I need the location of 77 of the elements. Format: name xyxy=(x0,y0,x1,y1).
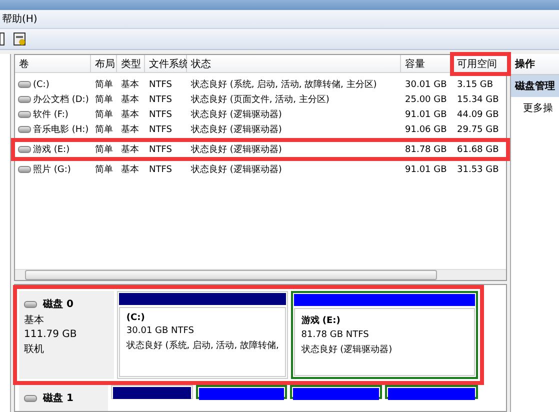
column-header[interactable]: 类型 xyxy=(117,55,145,73)
horizontal-scrollbar[interactable] xyxy=(15,269,506,280)
partition[interactable] xyxy=(385,385,478,399)
partition-size: 30.01 GB NTFS xyxy=(126,326,196,336)
menu-item[interactable]: 帮助(H) xyxy=(0,12,40,26)
partition[interactable]: 游戏 (E:) 81.78 GB NTFS 状态良好 (逻辑驱动器) xyxy=(291,291,478,379)
disk-type: 基本 xyxy=(24,314,45,327)
table-cell-text: 91.01 GB xyxy=(404,164,448,174)
table-cell-text: 状态良好 (逻辑驱动器) xyxy=(190,124,283,136)
partition-status: 状态良好 (逻辑驱动器) xyxy=(301,344,394,356)
scrollbar-thumb[interactable] xyxy=(25,270,437,280)
partition[interactable]: (C:) 30.01 GB NTFS 状态良好 (系统, 启动, 活动, 故障转储, xyxy=(117,291,288,379)
table-cell: (C:) xyxy=(33,80,50,90)
drive-icon xyxy=(18,81,31,88)
table-cell-text: NTFS xyxy=(148,94,173,104)
table-cell-text: 状态良好 (页面文件, 活动, 主分区) xyxy=(190,94,330,106)
table-cell-text: 30.01 GB xyxy=(404,80,448,90)
table-cell-text: 状态良好 (逻辑驱动器) xyxy=(190,144,283,156)
partition[interactable] xyxy=(290,385,382,399)
table-cell-text: 简单 xyxy=(94,144,114,156)
document-icon[interactable] xyxy=(0,32,5,46)
table-cell-text: 基本 xyxy=(120,124,140,136)
table-cell-text: 办公文档 (D:) xyxy=(33,94,89,106)
table-cell-text: 基本 xyxy=(120,164,140,176)
action-item[interactable]: 更多操 xyxy=(511,97,559,119)
table-cell-text: 游戏 (E:) xyxy=(33,144,70,156)
column-header[interactable]: 卷 xyxy=(15,55,91,73)
table-cell-text: 简单 xyxy=(94,78,114,91)
table-cell-text: 基本 xyxy=(120,94,140,106)
table-cell-text: 照片 (G:) xyxy=(33,164,71,176)
table-cell-text: 61.68 GB xyxy=(456,144,500,154)
disk-name: 磁盘 0 xyxy=(43,298,74,311)
table-cell-text: NTFS xyxy=(148,110,173,120)
properties-icon[interactable] xyxy=(13,32,27,46)
table-cell-text: 44.09 GB xyxy=(456,110,500,120)
table-cell-text: NTFS xyxy=(148,144,173,154)
partition-title: 游戏 (E:) xyxy=(301,314,342,327)
table-cell-text: NTFS xyxy=(148,164,173,174)
table-cell-text: 软件 (F:) xyxy=(33,108,68,121)
column-header[interactable]: 布局 xyxy=(91,55,117,73)
table-cell-text: 91.01 GB xyxy=(404,110,448,120)
table-cell-text: 音乐电影 (H:) xyxy=(33,124,89,136)
column-header[interactable]: 可用空间 xyxy=(453,55,508,73)
partition-size: 81.78 GB NTFS xyxy=(301,330,370,340)
table-cell-text: 状态良好 (逻辑驱动器) xyxy=(190,108,283,121)
column-header[interactable]: 状态 xyxy=(187,55,401,73)
drive-icon xyxy=(18,111,31,118)
table-cell-text: 25.00 GB xyxy=(404,94,448,104)
table-cell-text: 基本 xyxy=(120,108,140,121)
table-cell-text: 31.53 GB xyxy=(456,164,500,174)
drive-icon xyxy=(18,96,31,103)
column-header[interactable]: 容量 xyxy=(401,55,453,73)
table-cell-text: NTFS xyxy=(148,124,173,134)
drive-icon xyxy=(18,166,31,173)
disk-size: 111.79 GB xyxy=(24,329,78,340)
table-cell-text: 29.75 GB xyxy=(456,124,500,134)
table-cell-text: 简单 xyxy=(94,124,114,136)
table-cell-text: 15.34 GB xyxy=(456,94,500,104)
disk-name: 磁盘 1 xyxy=(43,392,74,405)
table-cell-text: 简单 xyxy=(94,94,114,106)
table-cell-text: 基本 xyxy=(120,144,140,156)
table-cell-text: 3.15 GB xyxy=(456,80,494,90)
table-cell-text: 简单 xyxy=(94,164,114,176)
disk-status: 联机 xyxy=(24,342,45,356)
table-cell-text: 状态良好 (逻辑驱动器) xyxy=(190,164,283,176)
action-item[interactable]: 磁盘管理 xyxy=(511,75,559,97)
table-cell-text: 简单 xyxy=(94,108,114,121)
drive-icon xyxy=(18,126,31,133)
table-cell-text: NTFS xyxy=(148,80,173,90)
partition-title: (C:) xyxy=(126,313,146,323)
partition[interactable] xyxy=(196,385,287,399)
drive-icon xyxy=(18,146,31,153)
table-cell-text: 91.06 GB xyxy=(404,124,448,134)
table-cell-text: 81.78 GB xyxy=(404,144,448,154)
table-cell-text: 状态良好 (系统, 启动, 活动, 故障转储, 主分区) xyxy=(190,78,378,91)
table-cell-text: 基本 xyxy=(120,78,140,91)
partition-status: 状态良好 (系统, 启动, 活动, 故障转储, xyxy=(126,340,280,352)
